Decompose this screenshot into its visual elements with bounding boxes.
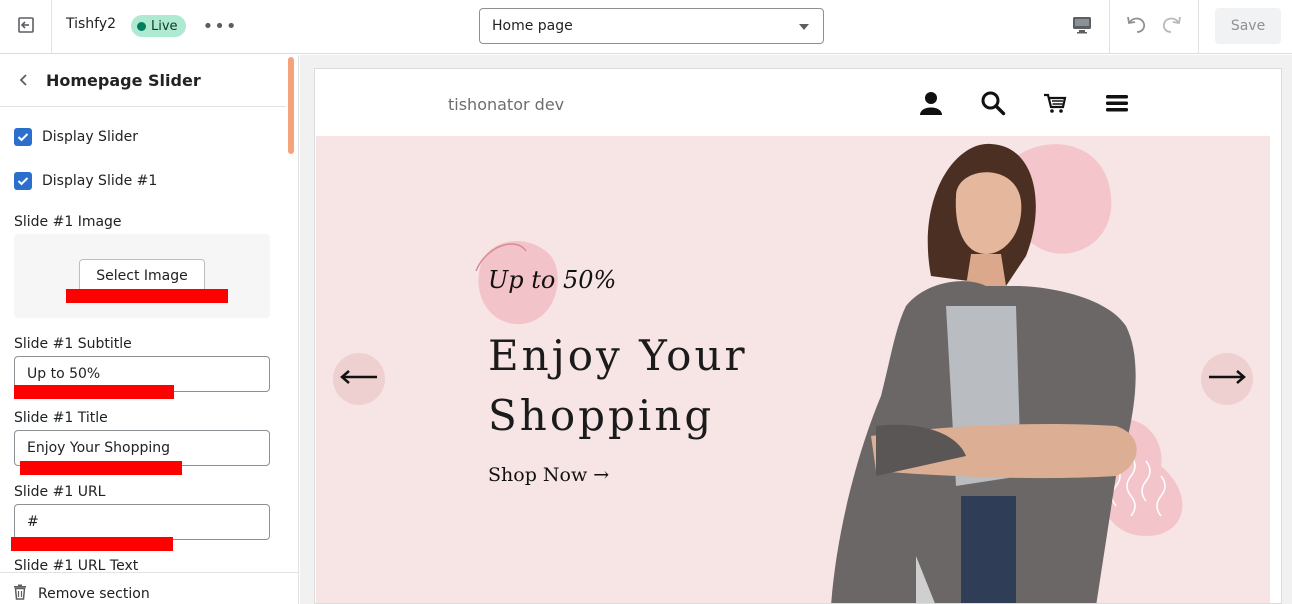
redo-icon (1161, 14, 1183, 38)
hero-title: Enjoy Your Shopping (488, 331, 748, 440)
prev-slide-button[interactable] (333, 353, 385, 405)
slide-image-label: Slide #1 Image (14, 214, 122, 230)
checkmark-icon (14, 172, 32, 190)
exit-button[interactable] (0, 0, 52, 54)
arrow-right-icon (1207, 369, 1247, 389)
live-badge: Live (131, 15, 186, 37)
sidebar-header: Homepage Slider (0, 55, 286, 107)
chevron-left-icon (18, 72, 30, 91)
shop-now-link[interactable]: Shop Now → (488, 464, 609, 486)
redo-button[interactable] (1156, 10, 1188, 42)
redaction-bar (66, 289, 228, 303)
store-logo-text[interactable]: tishonator dev (448, 95, 564, 114)
redaction-bar (11, 537, 173, 551)
title-label: Slide #1 Title (14, 410, 108, 426)
device-preview-button[interactable] (1062, 8, 1102, 46)
settings-sidebar: Homepage Slider Display Slider Display S… (0, 55, 299, 604)
menu-icon[interactable] (1103, 89, 1131, 117)
sidebar-footer: Remove section (0, 572, 298, 604)
topbar-divider (1198, 0, 1199, 54)
account-icon[interactable] (917, 89, 945, 117)
more-actions-button[interactable]: ••• (202, 12, 238, 40)
search-icon[interactable] (979, 89, 1007, 117)
display-slider-checkbox[interactable]: Display Slider (14, 128, 138, 146)
save-button[interactable]: Save (1215, 8, 1281, 44)
redaction-bar (14, 385, 174, 399)
live-badge-label: Live (151, 18, 178, 34)
subtitle-label: Slide #1 Subtitle (14, 336, 132, 352)
page-selector[interactable]: Home page (479, 8, 824, 44)
remove-section-label: Remove section (38, 586, 150, 602)
url-label: Slide #1 URL (14, 484, 106, 500)
page-selector-value: Home page (492, 18, 573, 34)
editor-topbar: Tishfy2 Live ••• Home page Save (0, 0, 1292, 54)
section-title: Homepage Slider (46, 71, 201, 90)
exit-icon (17, 16, 35, 38)
select-image-button[interactable]: Select Image (79, 259, 205, 293)
live-dot-icon (137, 21, 146, 31)
display-slide1-label: Display Slide #1 (42, 173, 158, 189)
next-slide-button[interactable] (1201, 353, 1253, 405)
display-slide1-checkbox[interactable]: Display Slide #1 (14, 172, 157, 190)
store-preview: tishonator dev Up to 50% Enjoy Your Shop… (314, 68, 1282, 604)
url-input[interactable]: # (14, 504, 270, 540)
display-slider-label: Display Slider (42, 129, 138, 145)
more-icon: ••• (202, 15, 238, 37)
desktop-icon (1072, 16, 1092, 38)
chevron-down-icon (799, 24, 809, 30)
image-picker: Select Image (14, 234, 270, 318)
hero-slide: Up to 50% Enjoy Your Shopping Shop Now → (316, 136, 1270, 603)
cart-icon[interactable] (1041, 89, 1069, 117)
theme-name: Tishfy2 (66, 16, 117, 32)
redaction-bar (20, 461, 182, 475)
checkmark-icon (14, 128, 32, 146)
remove-section-button[interactable]: Remove section (12, 584, 150, 604)
undo-button[interactable] (1120, 10, 1152, 42)
trash-icon (12, 584, 28, 604)
arrow-left-icon (339, 369, 379, 389)
undo-icon (1125, 14, 1147, 38)
hero-subtitle: Up to 50% (488, 266, 617, 294)
topbar-divider (1109, 0, 1110, 54)
sidebar-scrollbar[interactable] (288, 57, 294, 154)
back-button[interactable] (12, 69, 36, 93)
